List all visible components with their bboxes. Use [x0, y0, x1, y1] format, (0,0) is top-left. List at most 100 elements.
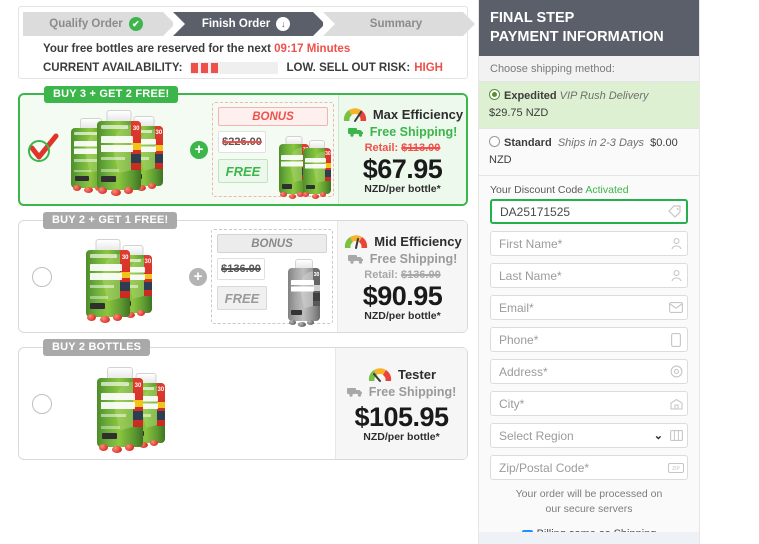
bonus-box: BONUS $136.00 FREE 30 — [211, 229, 333, 327]
envelope-icon — [665, 302, 687, 314]
reservation-text: Your free bottles are reserved for the n… — [43, 43, 271, 55]
availability-segment — [191, 63, 199, 73]
reservation-timer: 09:17 Minutes — [274, 43, 351, 55]
offer-select-control[interactable] — [20, 95, 66, 204]
offer-select-control[interactable] — [19, 221, 65, 332]
availability-label: CURRENT AVAILABILITY: — [43, 62, 183, 74]
product-bottle: 30 — [303, 140, 331, 199]
availability-segment — [211, 63, 219, 73]
location-pin-icon — [665, 365, 687, 378]
region-select[interactable]: Select Region ⌄ — [490, 423, 688, 449]
retail-price: $136.00 — [400, 268, 441, 281]
discount-code-field[interactable]: DA25171525 — [490, 199, 688, 225]
shipping-label: Free Shipping! — [368, 384, 457, 399]
offer-card-buy2bottles[interactable]: BUY 2 BOTTLES 30 30 Tester Free Shipping… — [18, 339, 468, 460]
offer-price-panel: Max Efficiency Free Shipping! Retail: $1… — [338, 95, 466, 204]
offers-column: Qualify Order ✔ Finish Order ↓ Summary Y… — [0, 0, 478, 544]
zip-field[interactable]: Zip/Postal Code* ZIP — [490, 455, 688, 481]
discount-label-text: Your Discount Code — [490, 184, 584, 197]
checkout-progress-bar: Qualify Order ✔ Finish Order ↓ Summary Y… — [18, 6, 475, 79]
offer-price-unit: NZD/per bottle* — [364, 183, 441, 196]
zip-placeholder: Zip/Postal Code* — [499, 460, 590, 475]
shipping-option-expedited[interactable]: Expedited VIP Rush Delivery $29.75 NZD — [479, 82, 699, 130]
first-name-placeholder: First Name* — [499, 236, 563, 251]
shipping-option-name: Standard — [504, 137, 552, 150]
last-name-field[interactable]: Last Name* — [490, 263, 688, 289]
efficiency-row: Tester — [367, 366, 436, 383]
radio-expedited-icon[interactable] — [489, 89, 500, 101]
checkout-form: Your Discount Code Activated DA25171525 … — [479, 176, 699, 544]
check-icon: ✔ — [128, 17, 143, 31]
payment-panel: FINAL STEP PAYMENT INFORMATION Choose sh… — [478, 0, 700, 544]
shipping-row: Free Shipping! — [347, 124, 458, 139]
building-icon — [665, 398, 687, 410]
step-finish-order[interactable]: Finish Order ↓ — [173, 12, 325, 36]
radio-standard-icon[interactable] — [489, 136, 500, 148]
address-field[interactable]: Address* — [490, 359, 688, 385]
tag-icon — [664, 204, 686, 219]
offer-radio-icon[interactable] — [32, 393, 52, 414]
offer-bottle-group: 30 30 — [66, 95, 186, 204]
truck-icon — [347, 255, 363, 265]
shipping-label: Free Shipping! — [369, 124, 458, 139]
availability-bar — [190, 62, 279, 74]
shipping-option-standard[interactable]: Standard Ships in 2-3 Days $0.00 NZD — [479, 129, 699, 177]
step-summary[interactable]: Summary — [323, 12, 475, 36]
offer-card-buy2get1[interactable]: BUY 2 + GET 1 FREE! 30 30 + BONUS $136.0… — [18, 212, 468, 333]
bonus-title: BONUS — [218, 107, 328, 126]
bonus-struck-price: $136.00 — [217, 258, 265, 280]
shipping-row: Free Shipping! — [346, 384, 457, 399]
bonus-box: BONUS $226.00 FREE 30 30 — [212, 102, 334, 200]
first-name-field[interactable]: First Name* — [490, 231, 688, 257]
product-bottle: 30 — [97, 366, 143, 453]
discount-code-label: Your Discount Code Activated — [490, 184, 688, 196]
region-select-value: Select Region — [499, 428, 574, 443]
offer-card-buy3get2[interactable]: BUY 3 + GET 2 FREE! 30 30 + BONUS $226.0… — [18, 86, 468, 206]
step-summary-label: Summary — [369, 18, 423, 30]
secure-line-1: Your order will be processed on — [515, 488, 663, 501]
panel-footer-strip — [479, 532, 699, 544]
panel-title-line1: FINAL STEP — [490, 10, 575, 26]
panel-title-line2: PAYMENT INFORMATION — [490, 28, 664, 45]
gauge-icon — [343, 108, 366, 122]
efficiency-label: Mid Efficiency — [374, 233, 462, 249]
steps-list: Qualify Order ✔ Finish Order ↓ Summary — [23, 12, 475, 36]
product-bottle: 30 — [86, 238, 130, 323]
retail-price: $113.00 — [401, 141, 441, 154]
email-field[interactable]: Email* — [490, 295, 688, 321]
chevron-down-icon: ⌄ — [653, 430, 663, 443]
offer-price: $67.95 — [362, 153, 443, 184]
retail-price-row: Retail: $136.00 — [364, 269, 440, 281]
discount-status: Activated — [585, 184, 629, 197]
phone-icon — [665, 332, 687, 347]
retail-label: Retail: — [364, 141, 399, 154]
panel-header: FINAL STEP PAYMENT INFORMATION — [479, 0, 699, 57]
offer-price-panel: Mid Efficiency Free Shipping! Retail: $1… — [337, 221, 467, 332]
offer-radio-icon[interactable] — [32, 266, 52, 287]
sellout-risk-label: SELL OUT RISK: — [319, 62, 411, 74]
retail-label: Retail: — [364, 268, 398, 281]
plus-separator: + — [185, 221, 211, 332]
down-arrow-icon: ↓ — [276, 17, 291, 31]
svg-text:ZIP: ZIP — [672, 466, 680, 472]
email-placeholder: Email* — [499, 300, 534, 315]
zip-icon: ZIP — [665, 462, 687, 473]
shipping-option-name: Expedited — [504, 90, 557, 103]
step-qualify-order[interactable]: Qualify Order ✔ — [23, 12, 175, 36]
offer-select-control[interactable] — [19, 348, 65, 459]
phone-field[interactable]: Phone* — [490, 327, 688, 353]
plus-separator: + — [186, 95, 212, 204]
offer-price-unit: NZD/per bottle* — [364, 310, 441, 323]
step-finish-order-label: Finish Order — [201, 18, 271, 30]
last-name-placeholder: Last Name* — [499, 268, 562, 283]
product-bottle: 30 — [97, 109, 141, 196]
city-field[interactable]: City* — [490, 391, 688, 417]
shipping-method-label: Choose shipping method: — [479, 56, 699, 83]
product-bottle: 30 — [288, 259, 320, 327]
offer-price: $90.95 — [362, 280, 443, 311]
checkout-page: Qualify Order ✔ Finish Order ↓ Summary Y… — [0, 0, 759, 544]
user-icon — [665, 269, 687, 282]
truck-icon — [346, 388, 362, 398]
efficiency-row: Mid Efficiency — [343, 233, 462, 250]
offer-bottle-group: 30 30 — [65, 221, 185, 332]
